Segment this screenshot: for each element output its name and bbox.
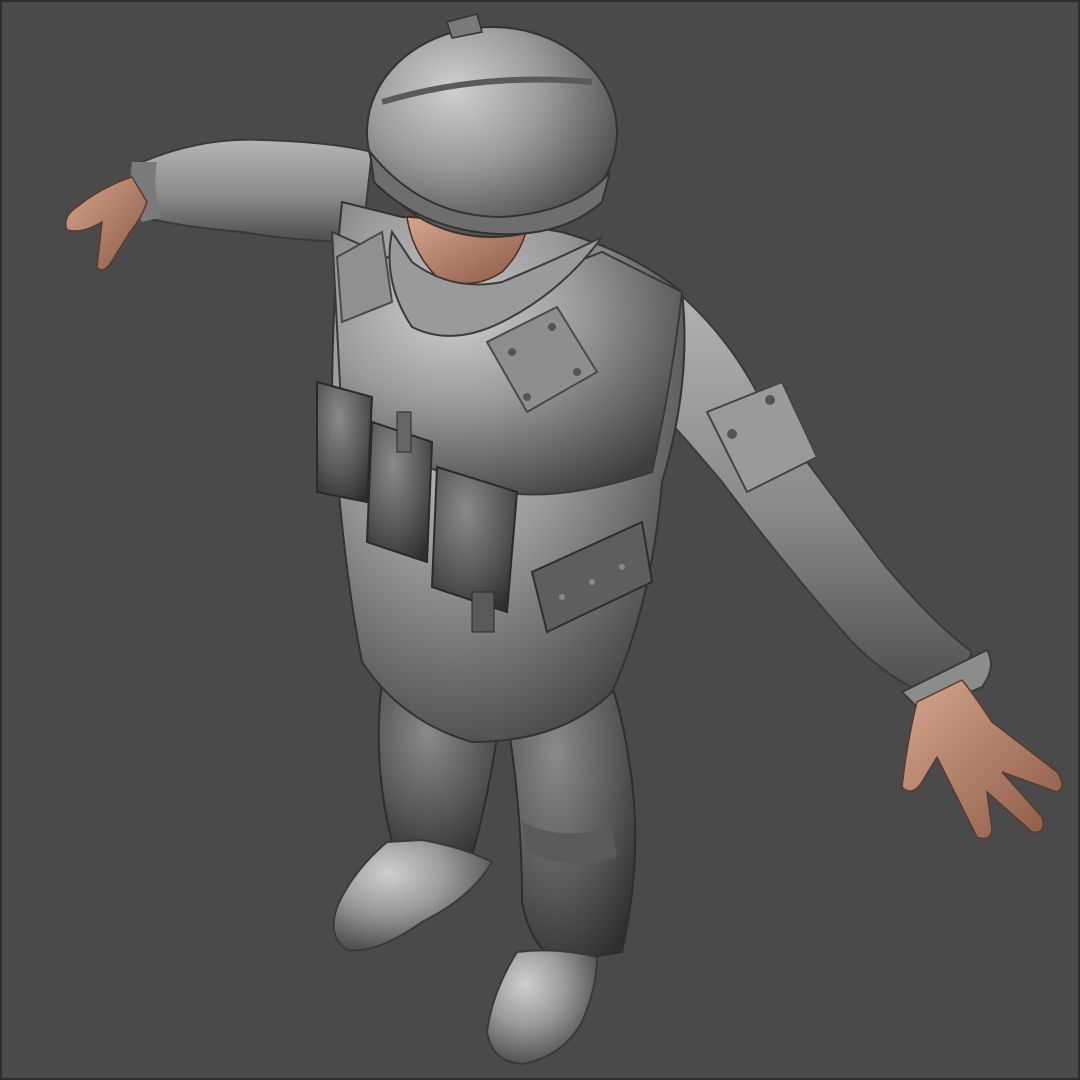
right-boot	[485, 949, 599, 1066]
sculpt-model[interactable]	[2, 2, 1080, 1080]
helmet	[366, 13, 618, 238]
left-boot	[332, 838, 494, 952]
right-arm	[630, 270, 992, 714]
left-hand	[65, 176, 148, 271]
left-arm	[130, 138, 374, 244]
right-hand	[901, 679, 1063, 840]
3d-viewport[interactable]	[0, 0, 1080, 1080]
